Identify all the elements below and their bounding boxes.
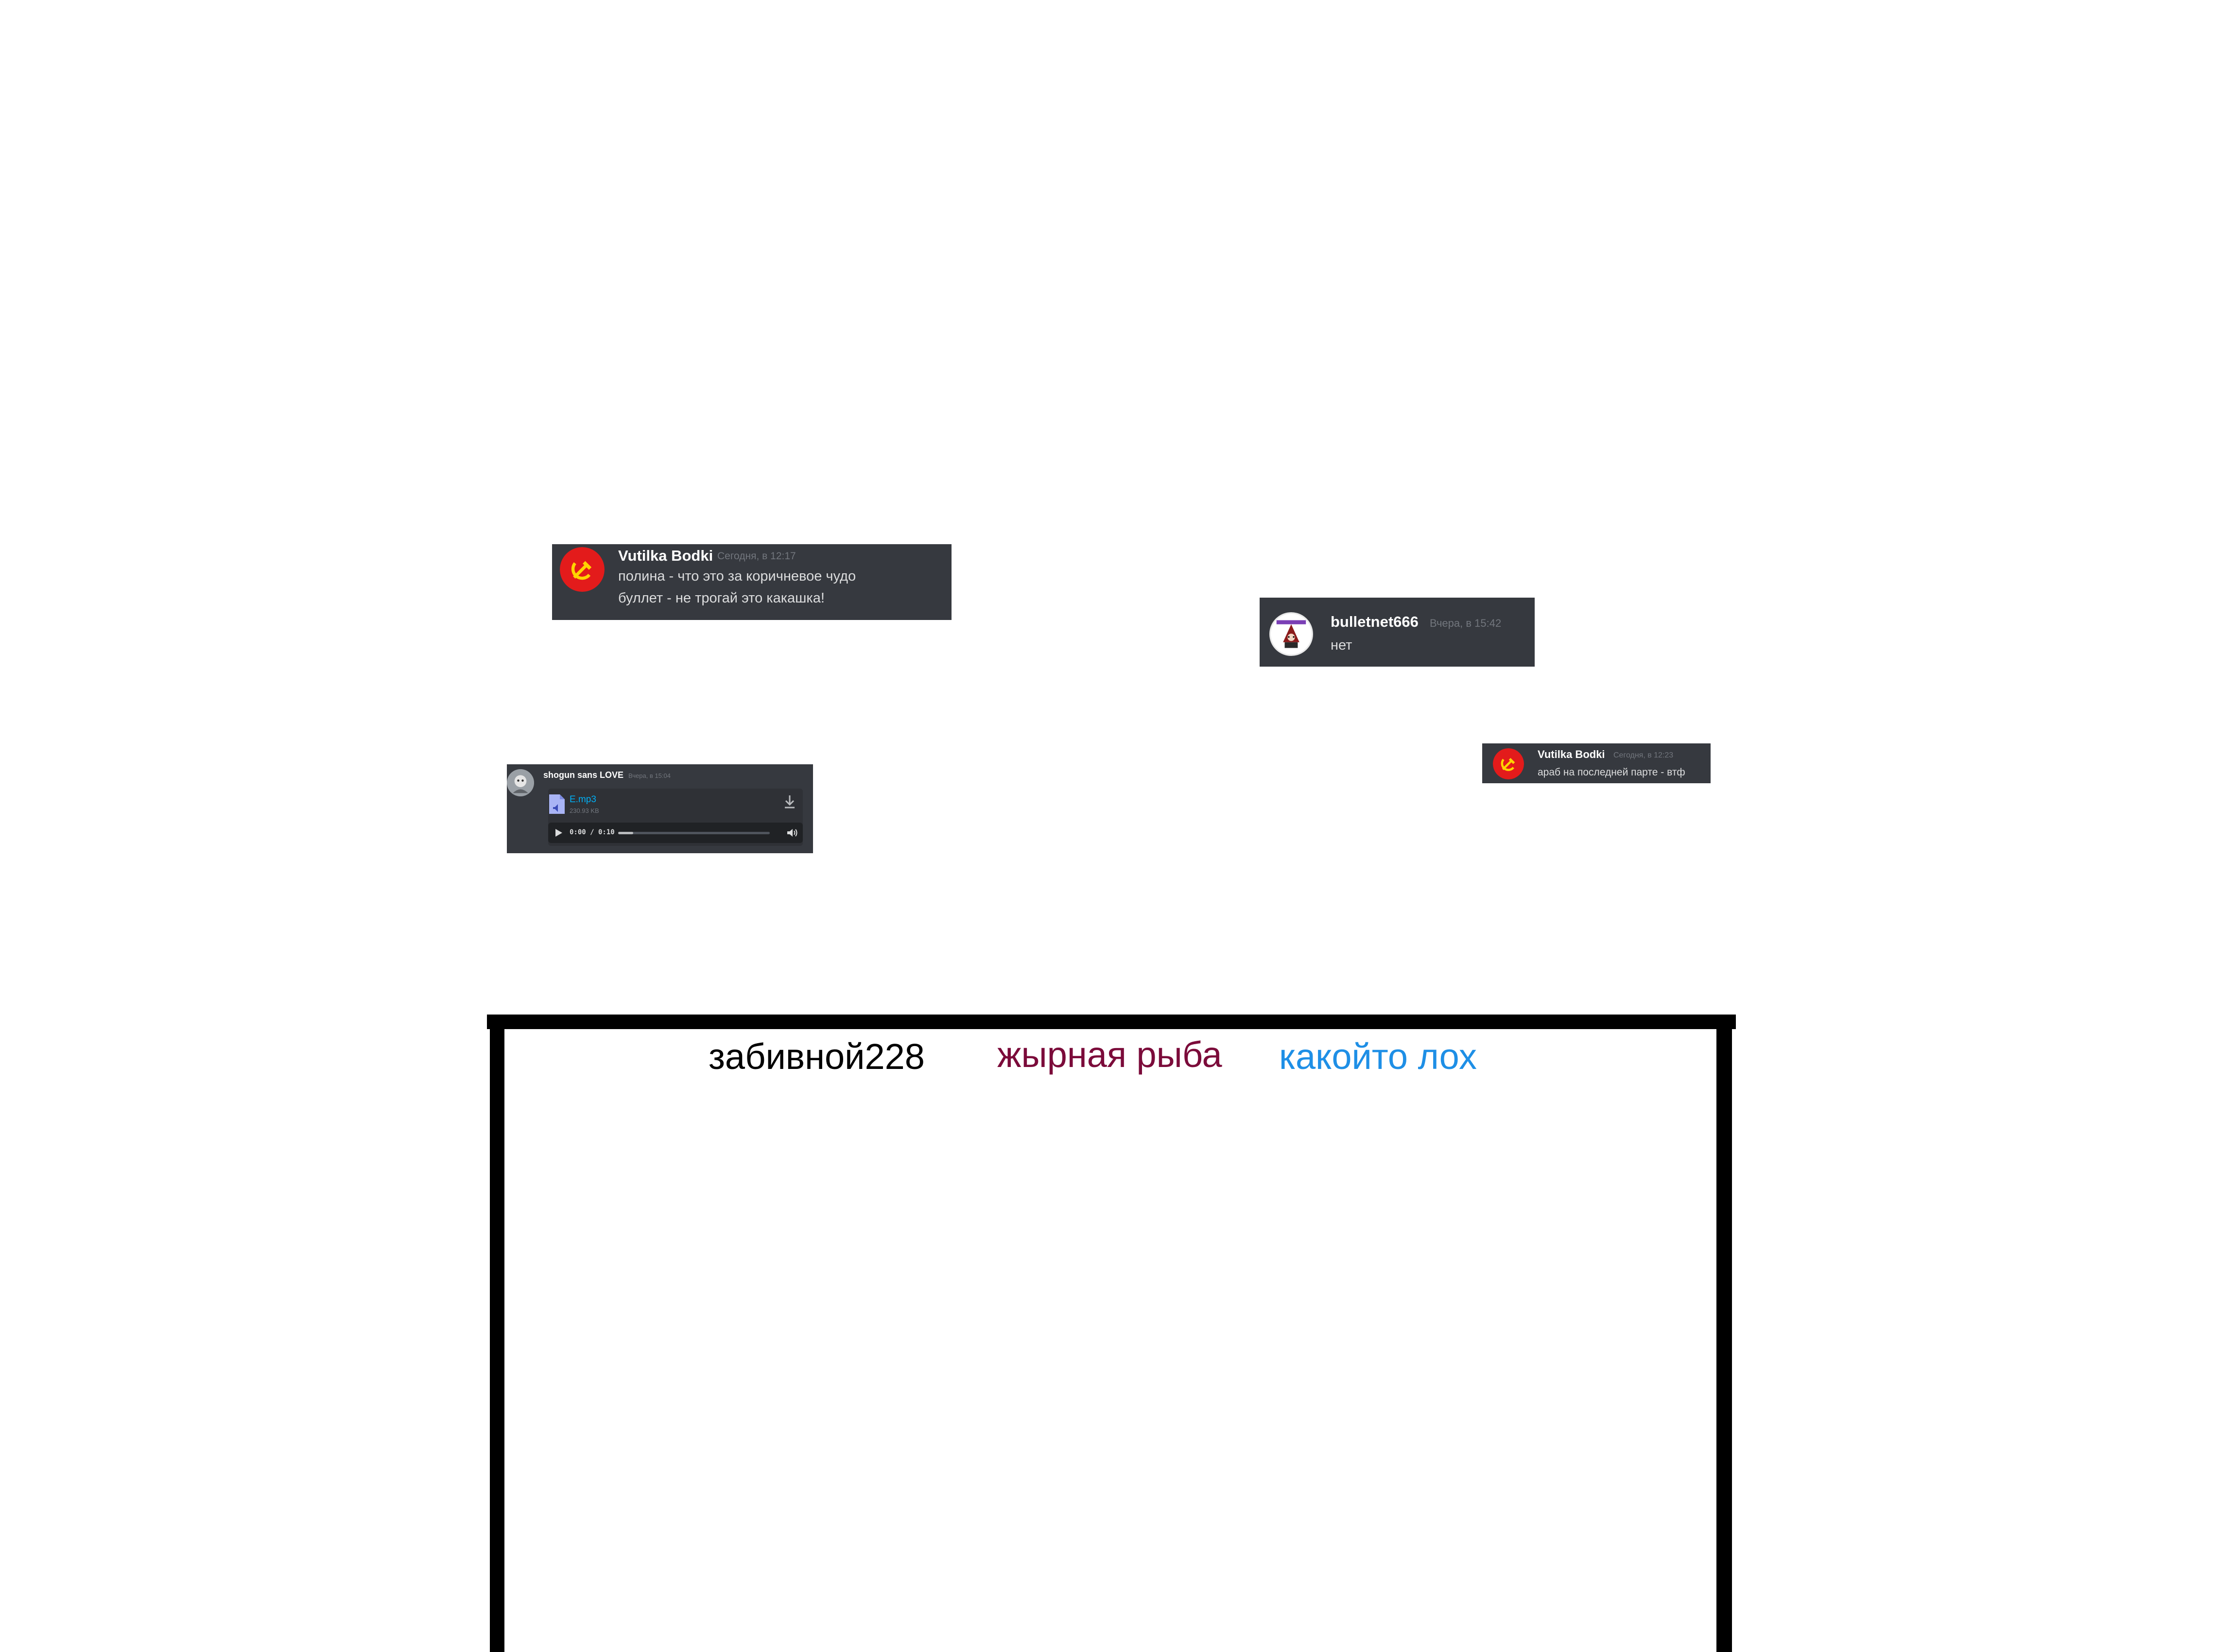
timestamp: Вчера, в 15:04 [628, 772, 671, 779]
username[interactable]: shogun sans LOVE [543, 770, 623, 780]
timestamp: Вчера, в 15:42 [1430, 617, 1502, 629]
audio-attachment: E.mp3 230.93 KB 0:00 / 0:10 [548, 789, 803, 846]
file-size: 230.93 KB [570, 807, 599, 814]
message-text: буллет - не трогай это какашка! [618, 590, 825, 606]
column-label: жырная рыба [997, 1034, 1222, 1075]
message-text: араб на последней парте - втф [1538, 767, 1685, 778]
username[interactable]: Vutilka Bodki [618, 547, 713, 565]
column-label: какойто лох [1279, 1036, 1477, 1077]
username[interactable]: Vutilka Bodki [1538, 748, 1605, 761]
hammer-sickle-icon [1493, 748, 1524, 779]
message-card: Vutilka Bodki Сегодня, в 12:17 полина - … [552, 544, 952, 620]
timestamp: Сегодня, в 12:23 [1613, 751, 1674, 759]
progress-fill [618, 832, 634, 834]
message-text: полина - что это за коричневое чудо [618, 568, 856, 584]
character-avatar-icon [1276, 620, 1306, 648]
board-frame-top [487, 1015, 1736, 1029]
audio-file-icon [548, 793, 566, 815]
avatar[interactable] [1269, 612, 1313, 656]
progress-track[interactable] [618, 832, 770, 834]
hammer-sickle-icon [560, 547, 605, 592]
audio-player: 0:00 / 0:10 [548, 823, 803, 843]
avatar[interactable] [1493, 748, 1524, 779]
board-frame-right [1716, 1015, 1732, 1652]
column-label: забивной228 [709, 1036, 925, 1077]
avatar[interactable] [507, 769, 534, 796]
file-name-link[interactable]: E.mp3 [570, 794, 596, 805]
board-frame-left [490, 1015, 504, 1652]
download-icon[interactable] [783, 794, 796, 809]
timestamp: Сегодня, в 12:17 [717, 551, 796, 562]
message-text: нет [1331, 637, 1352, 653]
username[interactable]: bulletnet666 [1331, 613, 1419, 631]
playback-time: 0:00 / 0:10 [570, 828, 615, 836]
avatar[interactable] [560, 547, 605, 592]
message-card: bulletnet666 Вчера, в 15:42 нет [1260, 598, 1535, 667]
message-card: shogun sans LOVE Вчера, в 15:04 E.mp3 23… [507, 764, 813, 853]
message-card: Vutilka Bodki Сегодня, в 12:23 араб на п… [1482, 743, 1711, 783]
character-avatar-icon [507, 769, 534, 796]
volume-icon[interactable] [786, 827, 798, 838]
play-icon[interactable] [554, 828, 563, 837]
